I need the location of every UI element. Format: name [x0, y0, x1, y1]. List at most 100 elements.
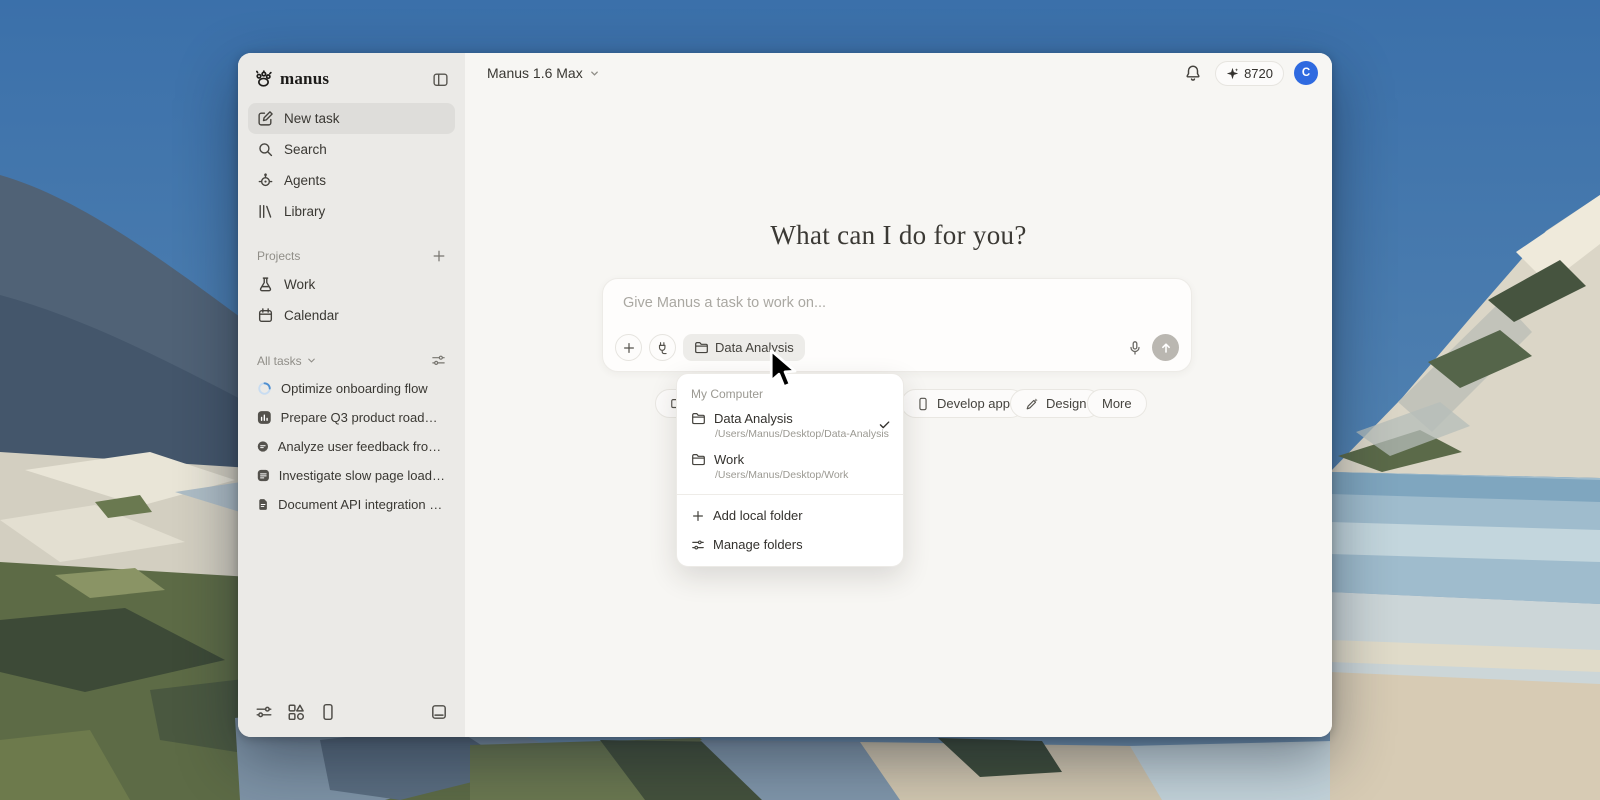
laptop-icon[interactable]: [428, 701, 450, 723]
folder-icon: [691, 452, 706, 467]
folder-name: Data Analysis: [714, 411, 793, 426]
all-tasks-section-header: All tasks: [248, 353, 455, 374]
sidebar-item-new-task[interactable]: New task: [248, 103, 455, 134]
task-label: Prepare Q3 product roadmap: [281, 410, 446, 425]
folder-path: /Users/Manus/Desktop/Work: [715, 469, 889, 481]
task-chart-icon: [257, 410, 272, 425]
projects-title: Projects: [257, 249, 300, 263]
collapse-sidebar-icon[interactable]: [432, 71, 449, 88]
search-icon: [257, 141, 274, 158]
check-icon: [878, 418, 891, 436]
model-selector[interactable]: Manus 1.6 Max: [487, 65, 600, 81]
notifications-bell-icon[interactable]: [1181, 61, 1205, 85]
arrow-up-icon: [1159, 341, 1173, 355]
folder-dropdown-menu: My Computer Data Analysis /Users/Manus/D…: [676, 373, 904, 567]
folder-context-chip[interactable]: Data Analysis: [683, 334, 805, 361]
plus-icon: [622, 341, 636, 355]
model-name: Manus 1.6 Max: [487, 65, 583, 81]
task-report-icon: [257, 468, 270, 483]
task-composer: Data Analysis: [602, 278, 1192, 372]
folder-name: Work: [714, 452, 744, 467]
task-input[interactable]: [615, 289, 1179, 317]
folder-chip-label: Data Analysis: [715, 340, 794, 355]
paw-logo-icon: [254, 70, 273, 89]
task-item[interactable]: Prepare Q3 product roadmap: [248, 403, 455, 432]
filter-tasks-icon[interactable]: [431, 353, 446, 368]
task-label: Analyze user feedback from beta test: [278, 439, 446, 454]
folder-path: /Users/Manus/Desktop/Data-Analysis: [715, 428, 889, 440]
pen-sparkle-icon: [1025, 397, 1039, 411]
calendar-icon: [257, 307, 274, 324]
task-item[interactable]: Document API integration guidelin...: [248, 490, 455, 519]
sidebar: manus New task Search: [238, 53, 465, 737]
task-item[interactable]: Optimize onboarding flow: [248, 374, 455, 403]
task-feedback-icon: [257, 439, 269, 454]
task-label: Document API integration guidelin...: [278, 497, 446, 512]
chip-label: Design: [1046, 396, 1086, 411]
project-item-label: Work: [284, 277, 315, 292]
task-item[interactable]: Analyze user feedback from beta test: [248, 432, 455, 461]
sidebar-item-label: Search: [284, 142, 327, 157]
manage-sliders-icon: [691, 538, 705, 552]
folder-icon: [691, 411, 706, 426]
dropdown-divider: [677, 494, 903, 495]
sidebar-item-library[interactable]: Library: [248, 196, 455, 227]
project-item-calendar[interactable]: Calendar: [248, 300, 455, 331]
all-tasks-title[interactable]: All tasks: [257, 354, 302, 368]
attach-plus-button[interactable]: [615, 334, 642, 361]
connector-icon: [656, 341, 670, 355]
projects-section-header: Projects: [248, 249, 455, 269]
flask-icon: [257, 276, 274, 293]
folder-icon: [694, 340, 709, 355]
action-label: Add local folder: [713, 508, 803, 523]
add-project-icon[interactable]: [432, 249, 446, 263]
phone-icon: [916, 397, 930, 411]
task-label: Optimize onboarding flow: [281, 381, 428, 396]
manage-folders-item[interactable]: Manage folders: [677, 530, 903, 559]
task-document-icon: [257, 497, 269, 512]
library-icon: [257, 203, 274, 220]
dropdown-section-title: My Computer: [677, 380, 903, 406]
action-label: Manage folders: [713, 537, 803, 552]
chevron-down-icon: [589, 68, 600, 79]
avatar[interactable]: C: [1294, 61, 1318, 85]
suggestion-chip-more[interactable]: More: [1087, 389, 1147, 418]
project-item-work[interactable]: Work: [248, 269, 455, 300]
sidebar-footer: [248, 695, 455, 723]
sidebar-item-agents[interactable]: Agents: [248, 165, 455, 196]
manus-logo: manus: [254, 69, 329, 89]
sidebar-item-search[interactable]: Search: [248, 134, 455, 165]
task-item[interactable]: Investigate slow page load reports: [248, 461, 455, 490]
chip-label: Develop app: [937, 396, 1010, 411]
sidebar-item-label: New task: [284, 111, 340, 126]
new-task-icon: [257, 110, 274, 127]
add-local-folder-item[interactable]: Add local folder: [677, 501, 903, 530]
topbar: Manus 1.6 Max 8720 C: [465, 53, 1332, 93]
connectors-button[interactable]: [649, 334, 676, 361]
main-area: Manus 1.6 Max 8720 C: [465, 53, 1332, 737]
app-window: manus New task Search: [238, 53, 1332, 737]
apps-grid-icon[interactable]: [285, 701, 307, 723]
logo-text: manus: [280, 69, 329, 89]
mobile-phone-icon[interactable]: [317, 701, 339, 723]
credits-badge[interactable]: 8720: [1215, 61, 1284, 86]
page-title: What can I do for you?: [465, 220, 1332, 251]
project-item-label: Calendar: [284, 308, 339, 323]
dropdown-folder-data-analysis[interactable]: Data Analysis /Users/Manus/Desktop/Data-…: [677, 406, 903, 447]
sidebar-header: manus: [248, 65, 455, 103]
sparkle-icon: [1226, 67, 1239, 80]
agents-icon: [257, 172, 274, 189]
suggestion-chip-develop-app[interactable]: Develop app: [901, 389, 1025, 418]
plus-icon: [691, 509, 705, 523]
chevron-down-icon[interactable]: [306, 355, 317, 366]
topbar-right: 8720 C: [1181, 61, 1318, 86]
settings-sliders-icon[interactable]: [253, 701, 275, 723]
task-spinner-icon: [257, 381, 272, 396]
microphone-icon[interactable]: [1125, 338, 1145, 358]
sidebar-item-label: Agents: [284, 173, 326, 188]
avatar-initial: C: [1302, 67, 1310, 79]
send-button[interactable]: [1152, 334, 1179, 361]
dropdown-folder-work[interactable]: Work /Users/Manus/Desktop/Work: [677, 447, 903, 488]
credits-count: 8720: [1244, 66, 1273, 81]
sidebar-item-label: Library: [284, 204, 325, 219]
